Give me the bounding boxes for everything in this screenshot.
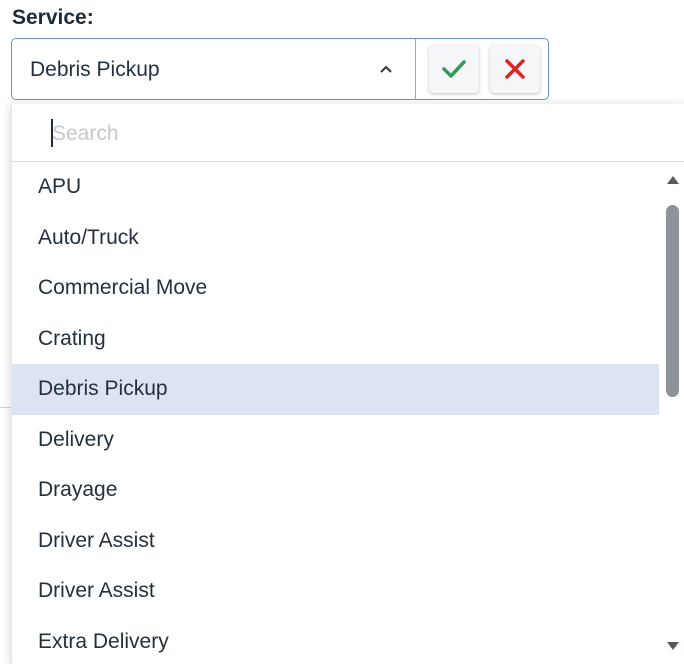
scroll-down-arrow-icon[interactable] bbox=[667, 642, 679, 650]
list-item-selected[interactable]: Debris Pickup bbox=[12, 364, 659, 415]
scroll-up-arrow-icon[interactable] bbox=[667, 176, 679, 184]
text-cursor bbox=[51, 119, 53, 147]
confirm-button[interactable] bbox=[429, 45, 479, 93]
service-dropdown: APUAuto/TruckCommercial MoveCratingDebri… bbox=[11, 104, 684, 664]
close-icon bbox=[505, 59, 525, 79]
cancel-button[interactable] bbox=[490, 45, 540, 93]
list-item[interactable]: Commercial Move bbox=[12, 263, 659, 314]
list-item[interactable]: Drayage bbox=[12, 465, 659, 516]
search-input[interactable] bbox=[50, 116, 654, 152]
list-item[interactable]: APU bbox=[12, 162, 659, 213]
check-icon bbox=[442, 60, 466, 78]
list-item[interactable]: Delivery bbox=[12, 415, 659, 466]
option-list: APU Auto/Truck Commercial Move Crating Debri… bbox=[12, 162, 659, 664]
search-row bbox=[12, 104, 684, 162]
service-field-label: Service: bbox=[12, 6, 94, 29]
service-select-value: Debris Pickup bbox=[30, 58, 160, 81]
list-item[interactable]: Crating bbox=[12, 314, 659, 365]
scrollbar[interactable] bbox=[659, 162, 684, 664]
scroll-thumb[interactable] bbox=[666, 205, 679, 397]
list-item[interactable]: Driver Assist bbox=[12, 566, 659, 617]
list-item[interactable]: Auto/Truck bbox=[12, 213, 659, 264]
list-item[interactable]: Driver Assist bbox=[12, 516, 659, 567]
chevron-up-icon[interactable] bbox=[376, 59, 396, 79]
action-buttons bbox=[415, 38, 549, 100]
service-select[interactable]: Debris Pickup bbox=[11, 38, 416, 100]
list-item[interactable]: Extra Delivery bbox=[12, 617, 659, 664]
